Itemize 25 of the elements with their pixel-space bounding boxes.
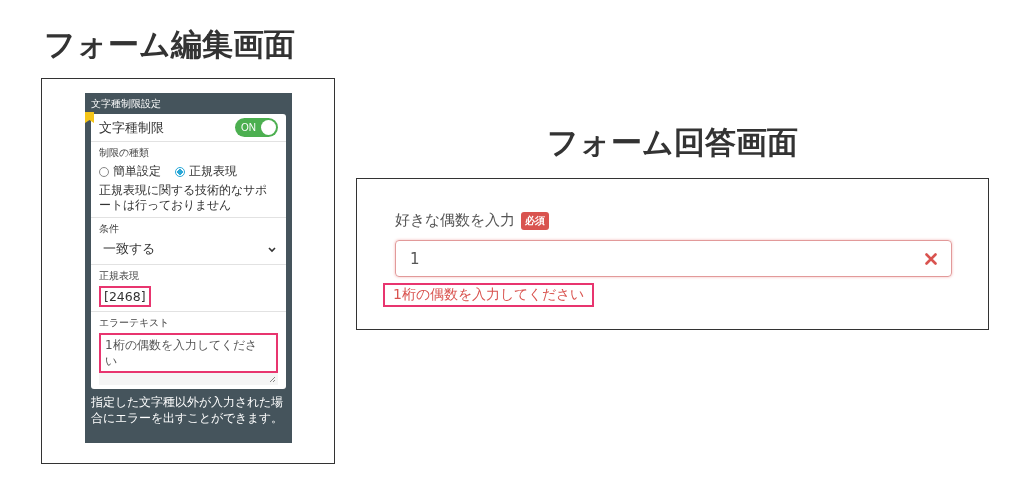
radio-button[interactable]	[175, 166, 185, 177]
screen-title: フォーム回答画面	[545, 123, 799, 162]
panel-header: 文字種制限設定	[91, 97, 162, 111]
answer-field[interactable]: 1	[395, 240, 952, 277]
support-note: 正規表現に関する技術的なサポートは行っておりません	[99, 183, 268, 213]
error-text-field[interactable]: 1桁の偶数を入力してください	[99, 333, 278, 385]
error-message: 1桁の偶数を入力してください	[383, 283, 594, 307]
regex-field[interactable]: [2468]	[99, 286, 151, 307]
screen-title: フォーム編集画面	[44, 25, 296, 64]
radio-label: 正規表現	[189, 163, 237, 180]
footer-note: 指定した文字種以外が入力された場合にエラーを出すことができます。	[91, 394, 284, 427]
resize-grip-icon	[269, 376, 276, 383]
radio-label: 簡単設定	[113, 163, 161, 180]
chevron-down-icon	[268, 246, 276, 253]
field-label: 条件	[99, 222, 120, 236]
field-label: 制限の種類	[99, 146, 150, 160]
bookmark-icon	[85, 112, 94, 123]
condition-select[interactable]: 一致する	[99, 239, 278, 260]
required-badge: 必須	[521, 211, 549, 230]
field-label: エラーテキスト	[99, 316, 170, 330]
error-text-value: 1桁の偶数を入力してください	[99, 333, 278, 373]
field-label: 正規表現	[99, 269, 140, 283]
toggle-label: 文字種制限	[99, 118, 164, 137]
question-label: 好きな偶数を入力	[395, 211, 515, 230]
close-icon[interactable]	[925, 252, 937, 265]
